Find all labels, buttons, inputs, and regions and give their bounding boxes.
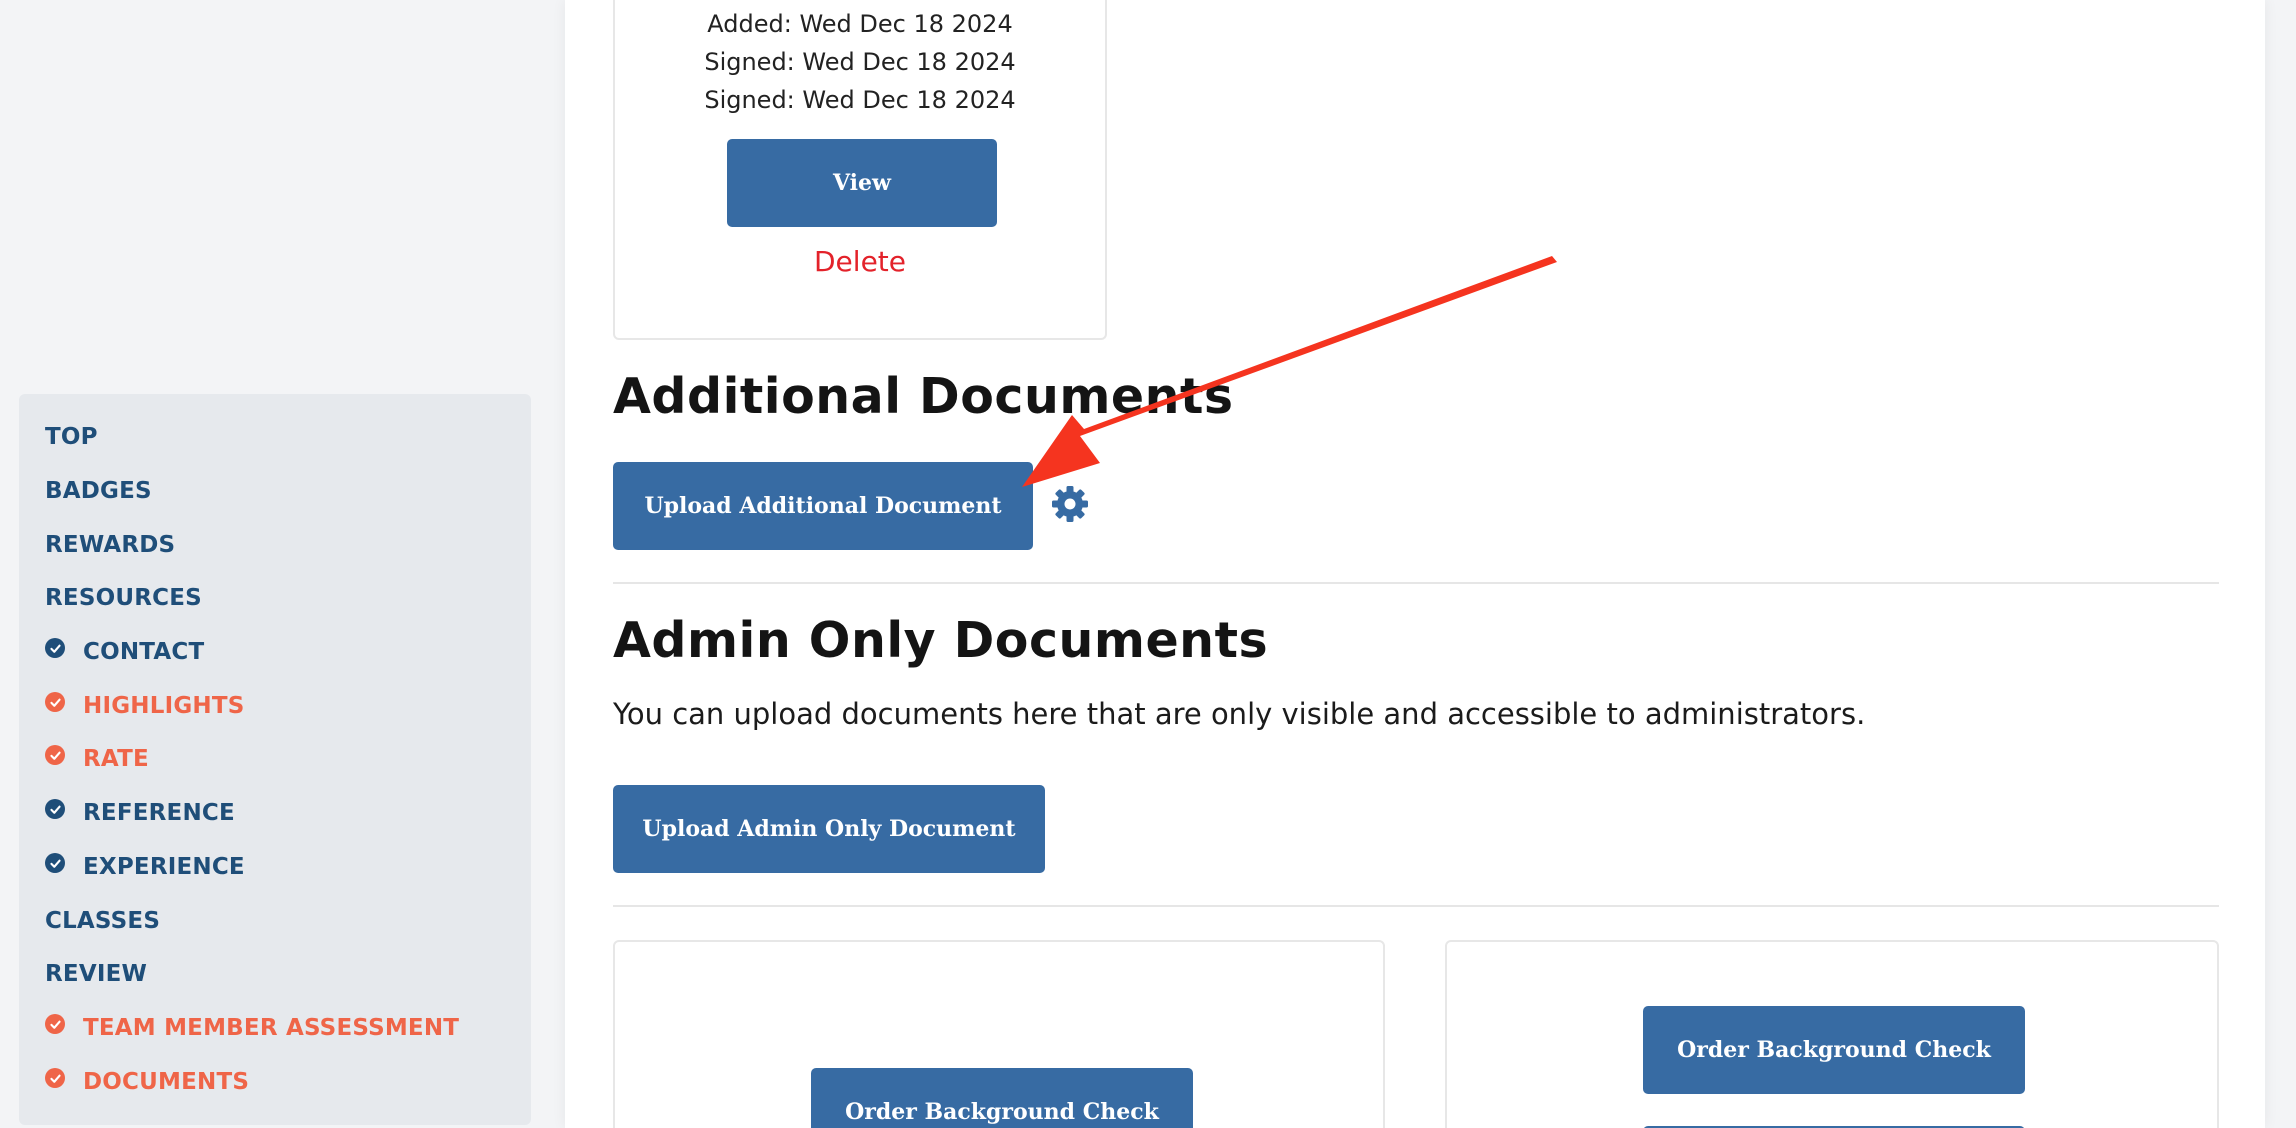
check-circle-icon (45, 1014, 65, 1034)
sidebar-item-label: DOCUMENTS (83, 1069, 250, 1095)
sidebar-item-documents[interactable]: DOCUMENTS (45, 1068, 250, 1095)
view-button[interactable]: View (727, 139, 997, 227)
sidebar-item-label: BADGES (45, 478, 152, 504)
admin-only-documents-heading: Admin Only Documents (613, 612, 1269, 669)
sidebar-item-label: TEAM MEMBER ASSESSMENT (83, 1015, 460, 1041)
delete-link[interactable]: Delete (615, 245, 1105, 278)
sidebar-item-contact[interactable]: CONTACT (45, 638, 205, 665)
check-circle-icon (45, 1068, 65, 1088)
order-background-check-button[interactable]: Order Background Check (811, 1068, 1193, 1128)
sidebar-item-label: REVIEW (45, 961, 148, 987)
background-check-card: Order Background Check (613, 940, 1385, 1128)
background-check-card: Order Background Check (1445, 940, 2219, 1128)
check-circle-icon (45, 853, 65, 873)
sidebar-item-highlights[interactable]: HIGHLIGHTS (45, 692, 245, 719)
sidebar-item-review[interactable]: REVIEW (45, 961, 147, 987)
sidebar-item-reference[interactable]: REFERENCE (45, 799, 235, 826)
sidebar-item-label: RESOURCES (45, 585, 202, 611)
sidebar-item-resources[interactable]: RESOURCES (45, 585, 202, 611)
additional-documents-heading: Additional Documents (613, 368, 1234, 425)
section-divider (613, 582, 2219, 584)
check-circle-icon (45, 638, 65, 658)
signed-date: Signed: Wed Dec 18 2024 (704, 48, 1016, 76)
signed-date: Signed: Wed Dec 18 2024 (704, 86, 1016, 114)
sidebar-item-badges[interactable]: BADGES (45, 478, 152, 504)
sidebar-item-team-member-assessment[interactable]: TEAM MEMBER ASSESSMENT (45, 1014, 460, 1041)
sidebar-nav: TOP BADGES REWARDS RESOURCES CONTACT HIG… (19, 394, 531, 1125)
sidebar-item-label: EXPERIENCE (83, 854, 245, 880)
upload-admin-only-document-button[interactable]: Upload Admin Only Document (613, 785, 1045, 873)
sidebar-item-label: TOP (45, 424, 98, 450)
sidebar-item-experience[interactable]: EXPERIENCE (45, 853, 245, 880)
document-card: Added: Wed Dec 18 2024 Signed: Wed Dec 1… (613, 0, 1107, 340)
sidebar-item-classes[interactable]: CLASSES (45, 908, 160, 934)
sidebar-item-label: CONTACT (83, 639, 205, 665)
sidebar-item-rate[interactable]: RATE (45, 745, 149, 772)
check-circle-icon (45, 799, 65, 819)
added-date: Added: Wed Dec 18 2024 (707, 10, 1013, 38)
main-content: Added: Wed Dec 18 2024 Signed: Wed Dec 1… (565, 0, 2265, 1128)
gear-icon[interactable] (1050, 484, 1090, 524)
check-circle-icon (45, 745, 65, 765)
sidebar-item-label: HIGHLIGHTS (83, 693, 245, 719)
check-circle-icon (45, 692, 65, 712)
sidebar-item-top[interactable]: TOP (45, 424, 98, 450)
upload-additional-document-button[interactable]: Upload Additional Document (613, 462, 1033, 550)
order-background-check-button[interactable]: Order Background Check (1643, 1006, 2025, 1094)
sidebar-item-label: REFERENCE (83, 800, 235, 826)
sidebar-item-label: RATE (83, 746, 149, 772)
sidebar-item-rewards[interactable]: REWARDS (45, 532, 175, 558)
sidebar-item-label: CLASSES (45, 908, 161, 934)
sidebar-item-label: REWARDS (45, 532, 176, 558)
section-divider (613, 905, 2219, 907)
page: TOP BADGES REWARDS RESOURCES CONTACT HIG… (0, 0, 2296, 1128)
admin-only-description: You can upload documents here that are o… (613, 697, 1866, 731)
